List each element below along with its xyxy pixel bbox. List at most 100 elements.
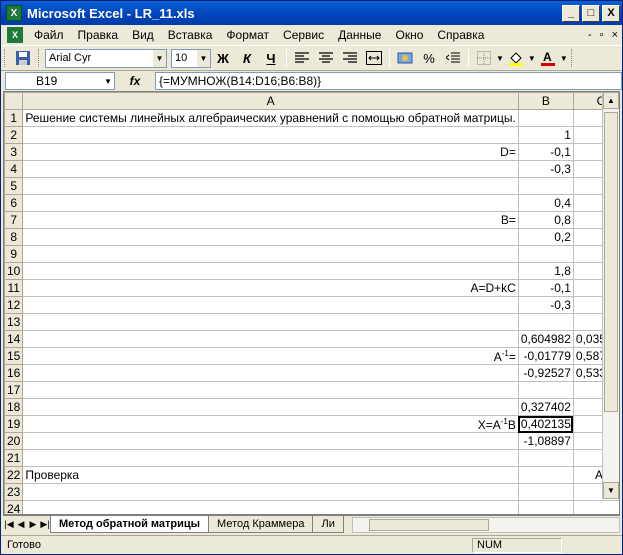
row-header[interactable]: 12 [4,296,24,314]
cell-B17[interactable] [517,381,574,399]
scroll-up-icon[interactable]: ▲ [603,92,619,109]
cell-A16[interactable] [22,364,519,382]
cell-A5[interactable] [22,177,519,195]
scroll-down-icon[interactable]: ▼ [603,482,619,499]
menu-insert[interactable]: Вставка [161,28,220,42]
chevron-down-icon[interactable]: ▼ [104,77,112,86]
cell-A7[interactable]: B= [22,211,519,229]
cell-B12[interactable]: -0,3 [517,296,574,314]
row-header[interactable]: 7 [4,211,24,229]
cell-B19[interactable]: 0,402135 [517,415,574,433]
name-box[interactable]: B19 ▼ [5,72,115,90]
workbook-icon[interactable]: X [7,27,23,43]
scroll-thumb[interactable] [604,112,618,412]
insert-function-icon[interactable]: fx [115,74,155,88]
horizontal-scrollbar[interactable] [351,516,620,533]
currency-icon[interactable] [394,47,416,69]
scroll-thumb[interactable] [368,518,489,531]
row-header[interactable]: 20 [4,432,24,450]
cell-A22[interactable]: Проверка [22,466,519,484]
row-header[interactable]: 17 [4,381,24,399]
row-header[interactable]: 23 [4,483,24,501]
row-header[interactable]: 14 [4,330,24,348]
workbook-minimize-icon[interactable]: - [584,29,596,41]
row-header[interactable]: 3 [4,143,24,161]
chevron-down-icon[interactable]: ▼ [560,54,568,63]
cell-A19[interactable]: X=A-1B [22,415,519,433]
row-header[interactable]: 11 [4,279,24,297]
font-name-combo[interactable]: Arial Cyr ▼ [45,48,167,68]
chevron-down-icon[interactable]: ▼ [197,49,210,67]
cell-A2[interactable] [22,126,519,144]
cell-A3[interactable]: D= [22,143,519,161]
select-all-corner[interactable] [4,92,24,110]
merge-center-icon[interactable] [363,47,385,69]
cell-B20[interactable]: -1,08897 [517,432,574,450]
cell-B4[interactable]: -0,3 [517,160,574,178]
cell-A14[interactable] [22,330,519,348]
column-header[interactable]: A [22,92,519,110]
font-size-combo[interactable]: 10 ▼ [171,48,211,68]
row-header[interactable]: 13 [4,313,24,331]
cell-B9[interactable] [517,245,574,263]
vertical-scrollbar[interactable]: ▲ ▼ [602,92,619,499]
minimize-button[interactable]: _ [562,4,580,22]
cell-B1[interactable] [517,109,574,127]
cell-C24[interactable] [572,500,619,514]
borders-icon[interactable] [473,47,495,69]
cell-A13[interactable] [22,313,519,331]
toolbar-grip[interactable] [4,49,8,67]
workbook-restore-icon[interactable]: ▫ [596,29,608,41]
cell-B22[interactable] [517,466,574,484]
chevron-down-icon[interactable]: ▼ [528,54,536,63]
chevron-down-icon[interactable]: ▼ [153,49,166,67]
first-sheet-icon[interactable]: |◀ [3,519,15,530]
save-icon[interactable] [12,47,34,69]
decrease-indent-icon[interactable] [442,47,464,69]
cell-A20[interactable] [22,432,519,450]
cell-B5[interactable] [517,177,574,195]
cell-B24[interactable] [517,500,574,514]
cell-B18[interactable]: 0,327402 [517,398,574,416]
row-header[interactable]: 2 [4,126,24,144]
fill-color-icon[interactable] [505,47,527,69]
cell-A10[interactable] [22,262,519,280]
row-header[interactable]: 24 [4,500,24,514]
menu-data[interactable]: Данные [331,28,388,42]
align-right-icon[interactable] [339,47,361,69]
cell-B2[interactable]: 1 [517,126,574,144]
chevron-down-icon[interactable]: ▼ [496,54,504,63]
cell-B15[interactable]: -0,01779 [517,347,574,365]
cell-A23[interactable] [22,483,519,501]
menu-file[interactable]: Файл [27,28,71,42]
cell-B16[interactable]: -0,92527 [517,364,574,382]
cell-B10[interactable]: 1,8 [517,262,574,280]
cell-A15[interactable]: A-1= [22,347,519,365]
align-center-icon[interactable] [315,47,337,69]
title-bar[interactable]: X Microsoft Excel - LR_11.xls _ □ X [1,1,622,25]
close-button[interactable]: X [602,4,620,22]
row-header[interactable]: 19 [4,415,24,433]
column-header[interactable]: B [517,92,574,110]
cell-A8[interactable] [22,228,519,246]
cell-B7[interactable]: 0,8 [517,211,574,229]
menu-format[interactable]: Формат [219,28,276,42]
cell-B14[interactable]: 0,604982 [517,330,574,348]
cell-A21[interactable] [22,449,519,467]
formula-input[interactable]: {=МУМНОЖ(B14:D16;B6:B8)} [155,72,622,90]
row-header[interactable]: 8 [4,228,24,246]
row-header[interactable]: 22 [4,466,24,484]
cell-B3[interactable]: -0,1 [517,143,574,161]
cell-B6[interactable]: 0,4 [517,194,574,212]
cell-A9[interactable] [22,245,519,263]
worksheet-grid[interactable]: A B C D E F G H I 1Решение системы линей… [3,91,620,515]
row-header[interactable]: 21 [4,449,24,467]
cell-A4[interactable] [22,160,519,178]
font-color-icon[interactable]: A [537,47,559,69]
align-left-icon[interactable] [291,47,313,69]
cell-A6[interactable] [22,194,519,212]
menu-tools[interactable]: Сервис [276,28,331,42]
row-header[interactable]: 10 [4,262,24,280]
cell-B13[interactable] [517,313,574,331]
toolbar-grip[interactable] [38,49,42,67]
